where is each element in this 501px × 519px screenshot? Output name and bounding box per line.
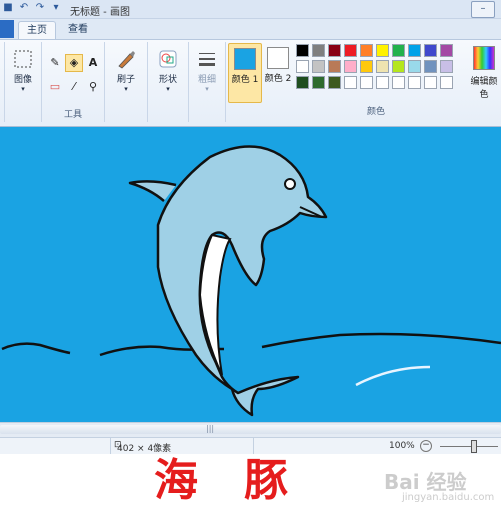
size-button[interactable]: 粗细 ▾ xyxy=(190,44,224,102)
brushes-label: 刷子 xyxy=(116,75,135,85)
magnifier-icon[interactable]: ⚲ xyxy=(84,78,102,96)
palette-swatch[interactable] xyxy=(312,76,325,89)
edit-colors-button[interactable]: 编辑颜色 xyxy=(468,44,500,104)
horizontal-scrollbar[interactable]: ||| xyxy=(0,422,501,437)
eraser-icon[interactable]: ▭ xyxy=(46,78,64,96)
palette-swatch[interactable] xyxy=(376,76,389,89)
palette-swatch[interactable] xyxy=(440,44,453,57)
edit-colors-label: 编辑颜色 xyxy=(470,77,498,100)
palette-swatch[interactable] xyxy=(328,44,341,57)
caption-text: 海豚 xyxy=(154,455,334,506)
image-button[interactable]: 图像 ▾ xyxy=(6,44,40,102)
tools-group-label: 工具 xyxy=(63,110,82,120)
palette-swatch[interactable] xyxy=(440,60,453,73)
wave-highlight xyxy=(355,365,431,387)
palette-swatch[interactable] xyxy=(392,76,405,89)
rainbow-icon xyxy=(473,46,495,70)
palette-swatch[interactable] xyxy=(312,60,325,73)
tab-view[interactable]: 查看 xyxy=(60,21,96,38)
palette-swatch[interactable] xyxy=(360,60,373,73)
cursor-position-segment xyxy=(0,438,111,454)
image-group: 图像 ▾ xyxy=(5,42,42,122)
title-bar: ■ ↶ ↷ ▾ 无标题 - 画图 – xyxy=(0,0,501,19)
scroll-grip-icon: ||| xyxy=(206,424,215,433)
palette-swatch[interactable] xyxy=(408,60,421,73)
palette-swatch[interactable] xyxy=(424,60,437,73)
color2-selector[interactable]: 颜色 2 xyxy=(262,43,294,101)
color1-selector[interactable]: 颜色 1 xyxy=(228,43,262,103)
palette-swatch[interactable] xyxy=(312,44,325,57)
tools-group: ✎ ◈ A ▭ ⁄ ⚲ 工具 xyxy=(42,42,105,122)
color2-swatch xyxy=(267,47,289,69)
tab-home[interactable]: 主页 xyxy=(18,21,56,39)
undo-icon[interactable]: ↶ xyxy=(18,2,30,14)
palette-swatch[interactable] xyxy=(360,76,373,89)
image-label: 图像 xyxy=(13,75,32,85)
palette-swatch[interactable] xyxy=(296,60,309,73)
dolphin-dorsal-fin xyxy=(128,180,177,202)
palette-swatch[interactable] xyxy=(408,76,421,89)
palette-swatch[interactable] xyxy=(408,44,421,57)
shapes-label: 形状 xyxy=(158,75,177,85)
quick-access-toolbar: ■ ↶ ↷ ▾ xyxy=(2,2,62,14)
palette-swatch[interactable] xyxy=(424,44,437,57)
color1-label: 颜色 1 xyxy=(231,75,259,85)
palette-swatch[interactable] xyxy=(296,44,309,57)
palette-swatch[interactable] xyxy=(360,44,373,57)
shapes-icon xyxy=(159,50,177,68)
fill-bucket-icon[interactable]: ◈ xyxy=(65,54,83,72)
color-picker-icon[interactable]: ⁄ xyxy=(65,78,83,96)
dolphin-drawing xyxy=(1,145,501,417)
brushes-button[interactable]: 刷子 ▾ xyxy=(109,44,143,102)
palette-swatch[interactable] xyxy=(376,60,389,73)
brush-icon xyxy=(118,51,135,69)
wave-line-right xyxy=(261,332,501,349)
pencil-icon[interactable]: ✎ xyxy=(46,54,64,72)
color2-label: 颜色 2 xyxy=(264,74,292,84)
zoom-slider-track[interactable] xyxy=(440,446,498,447)
colors-group-label: 颜色 xyxy=(366,107,385,117)
line-width-icon xyxy=(199,53,215,66)
redo-icon[interactable]: ↷ xyxy=(34,2,46,14)
palette-swatch[interactable] xyxy=(328,60,341,73)
dolphin-eye xyxy=(284,178,296,190)
drawing-canvas[interactable] xyxy=(0,127,501,422)
status-bar: ⊡ 402 × 4像素 100% − xyxy=(0,437,501,454)
brushes-group: 刷子 ▾ xyxy=(105,42,148,122)
file-menu-button[interactable] xyxy=(0,20,14,38)
ribbon: 图像 ▾ ✎ ◈ A ▭ ⁄ ⚲ 工具 刷子 ▾ 形状 ▾ 粗细 ▾ 颜色 1 … xyxy=(0,40,501,127)
zoom-out-button[interactable]: − xyxy=(420,440,432,452)
palette-swatch[interactable] xyxy=(392,44,405,57)
palette-swatch[interactable] xyxy=(392,60,405,73)
ribbon-tabs: 主页 查看 xyxy=(0,19,501,40)
palette-swatch[interactable] xyxy=(344,44,357,57)
palette-swatch[interactable] xyxy=(328,76,341,89)
wave-line-left xyxy=(1,342,71,355)
dolphin-body xyxy=(156,145,328,417)
color1-swatch xyxy=(234,48,256,70)
select-icon xyxy=(14,50,32,68)
palette-swatch[interactable] xyxy=(440,76,453,89)
zoom-level: 100% xyxy=(389,441,415,451)
color-palette xyxy=(296,44,453,89)
size-label: 粗细 xyxy=(197,75,216,85)
watermark-logo: Bai 经验 xyxy=(384,470,467,494)
shapes-button[interactable]: 形状 ▾ xyxy=(151,44,185,102)
palette-swatch[interactable] xyxy=(424,76,437,89)
image-size-text: 402 × 4像素 xyxy=(117,444,172,454)
scrollbar-thumb[interactable] xyxy=(0,425,501,434)
zoom-slider-thumb[interactable] xyxy=(471,440,477,453)
palette-swatch[interactable] xyxy=(344,76,357,89)
watermark-url: jingyan.baidu.com xyxy=(402,492,495,503)
size-group: 粗细 ▾ xyxy=(189,42,226,122)
palette-swatch[interactable] xyxy=(376,44,389,57)
customize-qat-icon[interactable]: ▾ xyxy=(50,2,62,14)
palette-swatch[interactable] xyxy=(296,76,309,89)
text-tool-icon[interactable]: A xyxy=(84,54,102,72)
minimize-button[interactable]: – xyxy=(471,1,495,18)
save-icon[interactable]: ■ xyxy=(2,2,14,14)
shapes-group: 形状 ▾ xyxy=(148,42,189,122)
window-title: 无标题 - 画图 xyxy=(70,7,130,18)
palette-swatch[interactable] xyxy=(344,60,357,73)
